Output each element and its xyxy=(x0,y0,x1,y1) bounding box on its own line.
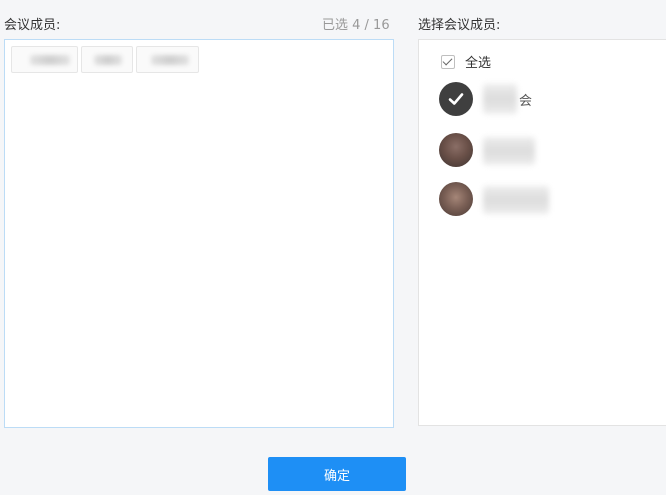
avatar xyxy=(439,182,473,216)
member-item[interactable]: 会 xyxy=(439,82,659,118)
members-label: 会议成员: xyxy=(4,18,61,33)
select-all-row[interactable]: 全选 xyxy=(441,52,491,71)
select-all-checkbox[interactable] xyxy=(441,54,455,69)
selected-members-panel xyxy=(4,39,394,428)
member-list-panel: 全选 会 xyxy=(418,39,666,426)
member-item[interactable] xyxy=(439,133,659,169)
selected-check-icon xyxy=(439,82,473,116)
member-name-fragment: 会 xyxy=(519,94,533,109)
member-chip[interactable] xyxy=(11,46,78,73)
confirm-button[interactable]: 确定 xyxy=(268,457,406,491)
selected-count: 已选 4 / 16 xyxy=(322,18,390,33)
select-members-label: 选择会议成员: xyxy=(418,18,501,33)
select-all-label: 全选 xyxy=(465,56,492,71)
member-item[interactable] xyxy=(439,182,659,218)
member-chip[interactable] xyxy=(136,46,199,73)
avatar xyxy=(439,133,473,167)
member-chip[interactable] xyxy=(81,46,133,73)
